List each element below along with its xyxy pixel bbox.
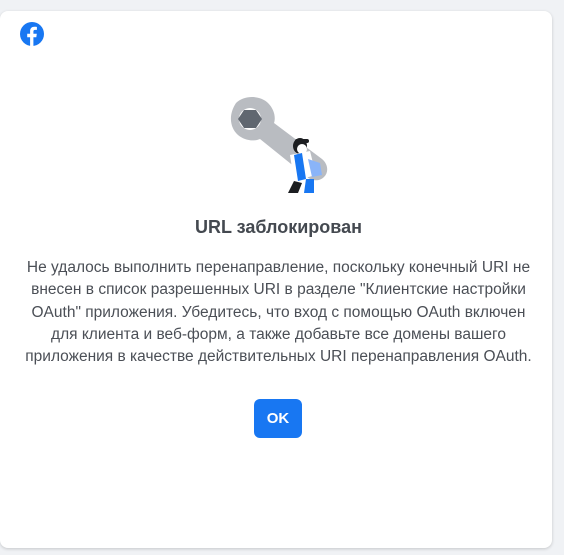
error-dialog: URL заблокирован Не удалось выполнить пе… xyxy=(0,11,552,548)
dialog-message: Не удалось выполнить перенаправление, по… xyxy=(25,259,532,366)
wrench-illustration xyxy=(230,97,328,193)
dialog-title: URL заблокирован xyxy=(194,217,363,237)
ok-button[interactable]: OK xyxy=(254,399,302,438)
facebook-icon[interactable] xyxy=(20,22,44,46)
